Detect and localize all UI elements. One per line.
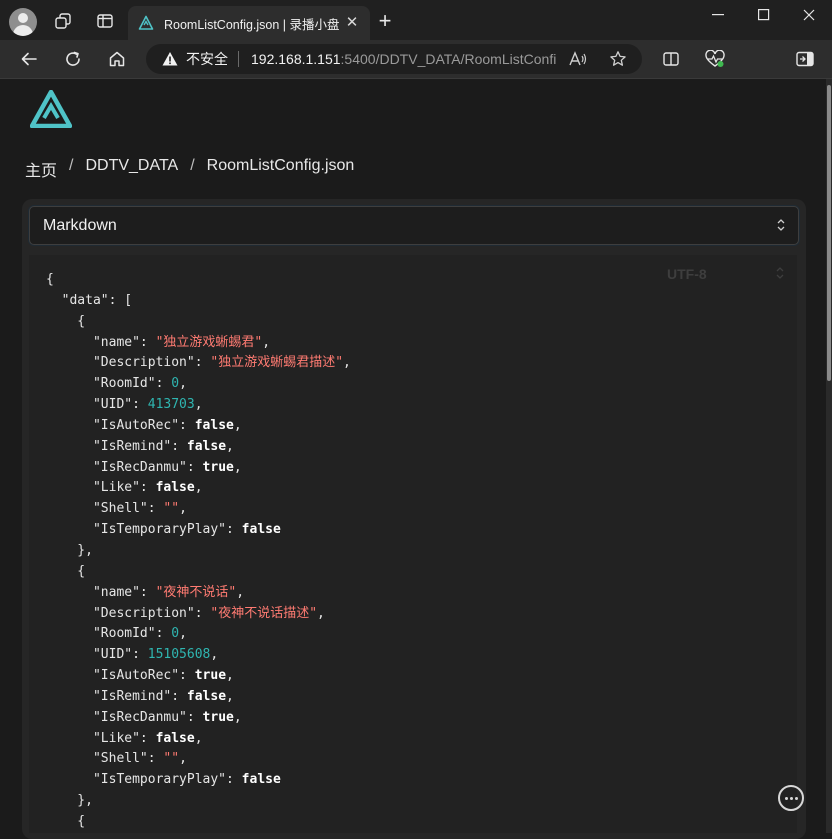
breadcrumb: 主页 / DDTV_DATA / RoomListConfig.json bbox=[25, 157, 354, 181]
code-bool: true bbox=[194, 668, 227, 684]
app-logo-icon[interactable] bbox=[30, 90, 72, 128]
code-bool: false bbox=[241, 772, 281, 788]
code-key: "data" bbox=[61, 292, 109, 308]
code-string: "独立游戏蜥蜴君" bbox=[155, 334, 263, 350]
code-string: "独立游戏蜥蜴君描述" bbox=[210, 355, 344, 371]
new-tab-button[interactable]: + bbox=[374, 10, 396, 33]
more-options-icon[interactable] bbox=[778, 785, 804, 811]
code-bool: false bbox=[186, 438, 227, 454]
browser-essentials-icon[interactable] bbox=[703, 47, 727, 71]
home-icon[interactable] bbox=[105, 47, 129, 71]
encoding-chevron-icon bbox=[776, 267, 784, 279]
code-brace: { bbox=[46, 272, 54, 287]
code-string: "夜神不说话" bbox=[155, 584, 237, 600]
code-bool: true bbox=[202, 459, 234, 475]
refresh-icon[interactable] bbox=[61, 47, 85, 71]
sidebar-toggle-icon[interactable] bbox=[793, 47, 817, 71]
code-bool: false bbox=[186, 688, 227, 704]
url-host: 192.168.1.151 bbox=[251, 51, 341, 67]
url-text[interactable]: 192.168.1.151:5400/DDTV_DATA/RoomListCon… bbox=[251, 51, 557, 67]
maximize-button[interactable] bbox=[741, 6, 787, 24]
code-number: 413703 bbox=[147, 397, 195, 413]
site-favicon-icon bbox=[138, 15, 154, 30]
code-bool: false bbox=[155, 730, 195, 746]
code-bool: true bbox=[202, 709, 234, 725]
url-path: :5400/DDTV_DATA/RoomListConfi... bbox=[340, 51, 557, 67]
split-screen-icon[interactable] bbox=[659, 47, 683, 71]
page-scrollbar-thumb[interactable] bbox=[827, 85, 831, 381]
code-bool: false bbox=[194, 417, 234, 433]
encoding-select[interactable]: UTF-8 bbox=[667, 266, 707, 282]
workspaces-icon[interactable] bbox=[48, 6, 78, 36]
tab-title: RoomListConfig.json | 录播小盘 bbox=[164, 17, 340, 32]
code-string: "" bbox=[163, 751, 180, 767]
address-divider bbox=[238, 51, 239, 67]
security-status[interactable]: 不安全 bbox=[186, 49, 228, 69]
favorite-star-icon[interactable] bbox=[608, 50, 628, 68]
active-tab[interactable]: RoomListConfig.json | 录播小盘 ✕ bbox=[128, 6, 370, 40]
close-window-button[interactable] bbox=[786, 6, 832, 24]
code-string: "" bbox=[163, 501, 180, 517]
back-icon[interactable] bbox=[17, 47, 41, 71]
breadcrumb-folder[interactable]: DDTV_DATA bbox=[85, 157, 178, 181]
code-string: "夜神不说话描述" bbox=[210, 605, 318, 621]
breadcrumb-separator: / bbox=[190, 157, 195, 174]
breadcrumb-separator: / bbox=[69, 157, 74, 174]
browser-titlebar: RoomListConfig.json | 录播小盘 ✕ + bbox=[0, 0, 832, 40]
format-select-value: Markdown bbox=[43, 217, 117, 234]
json-code: { "data": [ { "name": "独立游戏蜥蜴君", "Descri… bbox=[46, 272, 351, 829]
vertical-tabs-icon[interactable] bbox=[90, 6, 120, 36]
minimize-button[interactable] bbox=[695, 6, 741, 24]
code-bool: false bbox=[155, 480, 195, 496]
warning-icon[interactable] bbox=[162, 51, 178, 67]
code-number: 0 bbox=[171, 376, 180, 392]
breadcrumb-home[interactable]: 主页 bbox=[25, 157, 57, 181]
profile-avatar[interactable] bbox=[9, 8, 37, 36]
format-select[interactable]: Markdown bbox=[29, 206, 799, 245]
select-chevron-icon bbox=[777, 219, 785, 231]
code-number: 15105608 bbox=[147, 647, 211, 663]
address-bar[interactable]: 不安全 192.168.1.151:5400/DDTV_DATA/RoomLis… bbox=[146, 44, 642, 74]
read-aloud-icon[interactable] bbox=[568, 50, 588, 68]
code-number: 0 bbox=[171, 626, 180, 642]
code-bool: false bbox=[241, 522, 281, 538]
browser-toolbar: 不安全 192.168.1.151:5400/DDTV_DATA/RoomLis… bbox=[0, 40, 832, 79]
tab-close-icon[interactable]: ✕ bbox=[344, 15, 360, 31]
breadcrumb-file: RoomListConfig.json bbox=[206, 157, 355, 174]
